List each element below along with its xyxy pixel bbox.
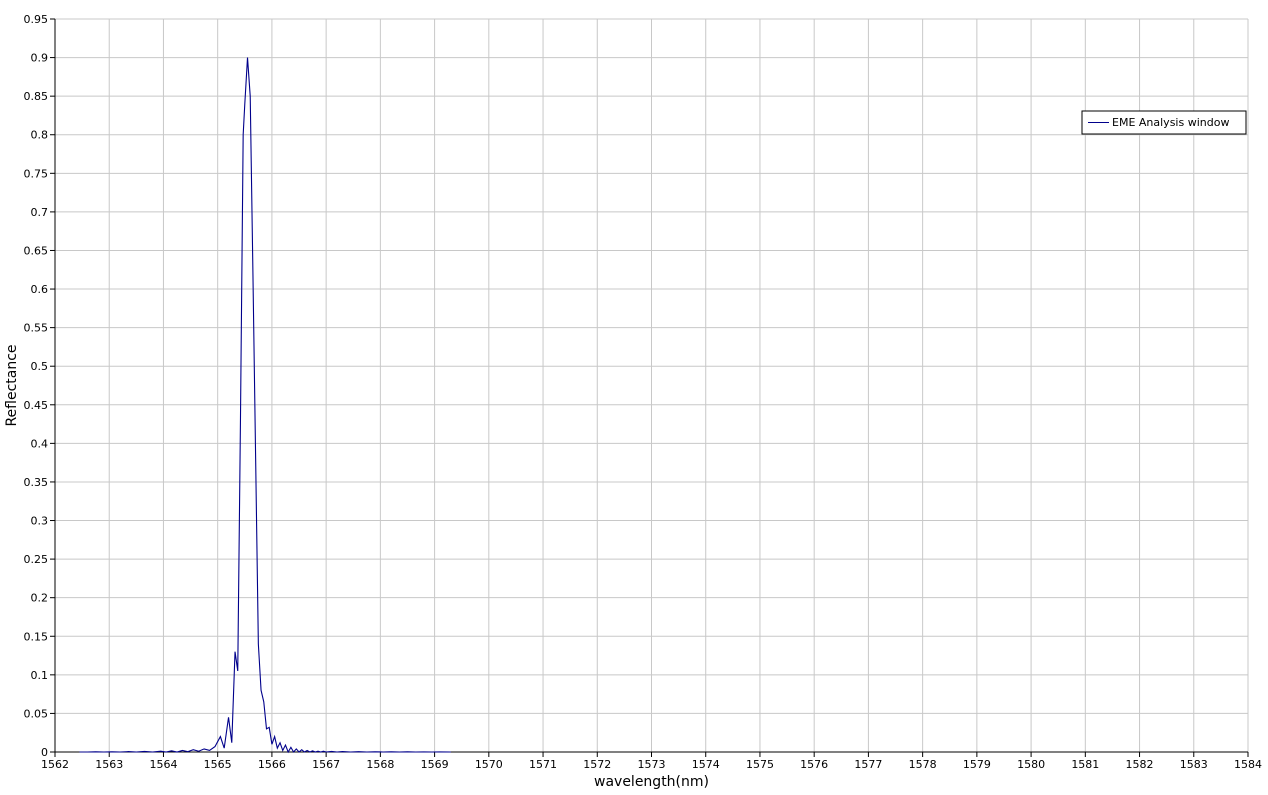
y-tick-label: 0.95 (24, 13, 49, 26)
x-tick-label: 1576 (800, 758, 828, 771)
x-tick-label: 1573 (638, 758, 666, 771)
legend-entry-eme-analysis-window: EME Analysis window (1112, 116, 1229, 129)
x-tick-label: 1583 (1180, 758, 1208, 771)
x-tick-label: 1564 (149, 758, 177, 771)
x-tick-label: 1572 (583, 758, 611, 771)
y-axis-ticks: 0 0.05 0.1 0.15 0.2 0.25 0.3 0.35 0.4 0.45 0.5 0.55… (24, 13, 56, 759)
x-tick-label: 1562 (41, 758, 69, 771)
y-axis-label: Reflectance (4, 344, 20, 426)
y-tick-label: 0.5 (31, 360, 49, 373)
x-tick-label: 1582 (1126, 758, 1154, 771)
y-tick-label: 0.65 (24, 244, 49, 257)
x-tick-label: 1577 (854, 758, 882, 771)
x-tick-label: 1567 (312, 758, 340, 771)
y-tick-label: 0.2 (31, 592, 49, 605)
y-tick-label: 0 (41, 746, 48, 759)
reflectance-chart: 1562 1563 1564 1565 1566 1567 1568 1569 1570 1571… (4, 13, 1262, 790)
x-tick-label: 1566 (258, 758, 286, 771)
y-tick-label: 0.05 (24, 707, 49, 720)
x-tick-label: 1574 (692, 758, 720, 771)
x-axis-ticks: 1562 1563 1564 1565 1566 1567 1568 1569 1570 1571… (41, 751, 1262, 771)
y-tick-label: 0.9 (31, 52, 49, 65)
y-tick-label: 0.85 (24, 90, 49, 103)
x-tick-label: 1580 (1017, 758, 1045, 771)
x-tick-label: 1578 (909, 758, 937, 771)
x-tick-label: 1565 (204, 758, 232, 771)
y-tick-label: 0.4 (31, 437, 49, 450)
x-tick-label: 1581 (1071, 758, 1099, 771)
x-tick-label: 1568 (366, 758, 394, 771)
grid (54, 18, 1249, 753)
y-tick-label: 0.35 (24, 476, 49, 489)
y-tick-label: 0.75 (24, 167, 49, 180)
y-tick-label: 0.15 (24, 630, 49, 643)
x-tick-label: 1579 (963, 758, 991, 771)
y-tick-label: 0.25 (24, 553, 49, 566)
x-tick-label: 1584 (1234, 758, 1262, 771)
x-tick-label: 1575 (746, 758, 774, 771)
x-tick-label: 1563 (95, 758, 123, 771)
y-tick-label: 0.45 (24, 399, 49, 412)
y-tick-label: 0.1 (31, 669, 49, 682)
legend: EME Analysis window (1081, 110, 1247, 135)
x-tick-label: 1571 (529, 758, 557, 771)
y-tick-label: 0.55 (24, 322, 49, 335)
y-tick-label: 0.6 (31, 283, 49, 296)
x-tick-label: 1570 (475, 758, 503, 771)
x-axis-label: wavelength(nm) (594, 774, 709, 790)
y-tick-label: 0.8 (31, 129, 49, 142)
y-tick-label: 0.3 (31, 515, 49, 528)
x-tick-label: 1569 (421, 758, 449, 771)
y-tick-label: 0.7 (31, 206, 49, 219)
